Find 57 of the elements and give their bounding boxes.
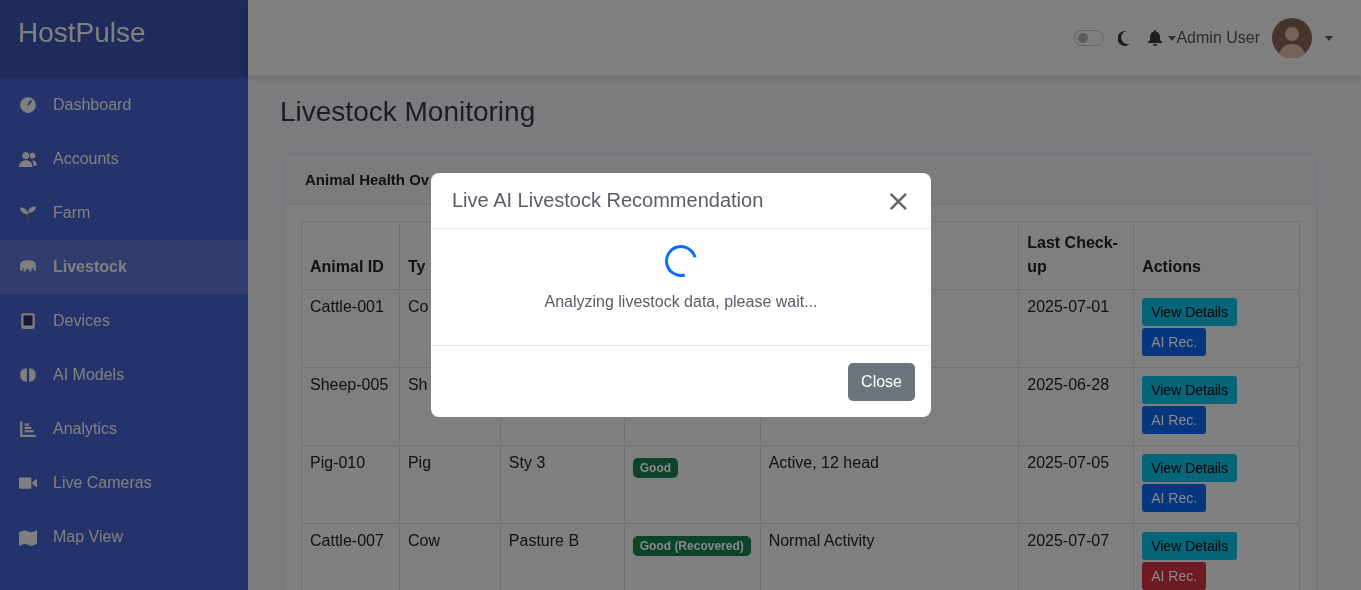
table-cell: Cow <box>407 532 440 549</box>
table-cell: Cattle-007 <box>310 532 384 549</box>
user-name[interactable]: Admin User <box>1176 29 1260 47</box>
moon-icon[interactable] <box>1118 30 1131 46</box>
close-button[interactable]: Close <box>848 362 915 401</box>
table-cell: Cattle-001 <box>310 298 384 315</box>
nav-icon <box>19 204 37 222</box>
action-button[interactable]: AI Rec. <box>1142 484 1207 512</box>
nav-icon <box>19 96 37 114</box>
sidebar-item[interactable]: Live Cameras <box>0 456 248 510</box>
avatar-icon[interactable] <box>1272 18 1312 58</box>
sidebar-item[interactable]: Map View <box>0 510 248 564</box>
column-header: Last Check-up <box>1027 234 1118 275</box>
column-header: Animal ID <box>310 258 384 275</box>
table-cell: Co <box>407 298 429 315</box>
sidebar-item[interactable]: Devices <box>0 294 248 348</box>
action-button[interactable]: View Details <box>1142 298 1237 326</box>
action-button[interactable]: View Details <box>1142 532 1237 560</box>
action-button[interactable]: View Details <box>1142 376 1237 404</box>
table-cell: 2025-07-01 <box>1027 298 1110 315</box>
brand-logo: HostPulse <box>0 0 248 78</box>
loading-message: Analyzing livestock data, please wait... <box>544 293 818 311</box>
table-cell: Sh <box>407 376 428 393</box>
caret-icon[interactable] <box>1168 35 1177 41</box>
bell-icon[interactable] <box>1148 30 1163 46</box>
nav-icon <box>19 528 37 546</box>
nav-icon <box>19 474 37 492</box>
table-cell: Pasture B <box>508 532 580 549</box>
table-cell: Sty 3 <box>508 454 546 471</box>
table-cell: Normal Activity <box>768 532 875 549</box>
status-badge: Good <box>632 458 679 478</box>
action-button[interactable]: AI Rec. <box>1142 406 1207 434</box>
status-badge: Good (Recovered) <box>632 536 751 556</box>
table-cell: Sheep-005 <box>310 376 389 393</box>
sidebar-item[interactable]: AI Models <box>0 348 248 402</box>
action-button[interactable]: AI Rec. <box>1142 328 1207 356</box>
table-cell: 2025-07-05 <box>1027 454 1110 471</box>
page-title: Livestock Monitoring <box>280 96 537 128</box>
sidebar-item[interactable]: Farm <box>0 186 248 240</box>
sidebar-item[interactable]: Analytics <box>0 402 248 456</box>
table-cell: Active, 12 head <box>768 454 879 471</box>
nav-icon <box>19 366 37 384</box>
column-header: Ty <box>407 258 426 275</box>
sidebar-item[interactable]: Accounts <box>0 132 248 186</box>
sidebar-item[interactable]: Dashboard <box>0 78 248 132</box>
nav-icon <box>19 420 37 438</box>
nav-icon <box>19 312 37 330</box>
caret-icon[interactable] <box>1325 35 1333 41</box>
table-cell: 2025-06-28 <box>1027 376 1110 393</box>
action-button[interactable]: View Details <box>1142 454 1237 482</box>
table-cell: Pig <box>407 454 432 471</box>
theme-toggle[interactable] <box>1074 30 1105 46</box>
column-header: Actions <box>1142 258 1201 275</box>
table-cell: 2025-07-07 <box>1027 532 1110 549</box>
table-cell: Pig-010 <box>310 454 366 471</box>
nav-icon <box>19 150 37 168</box>
action-button[interactable]: AI Rec. <box>1142 562 1207 590</box>
